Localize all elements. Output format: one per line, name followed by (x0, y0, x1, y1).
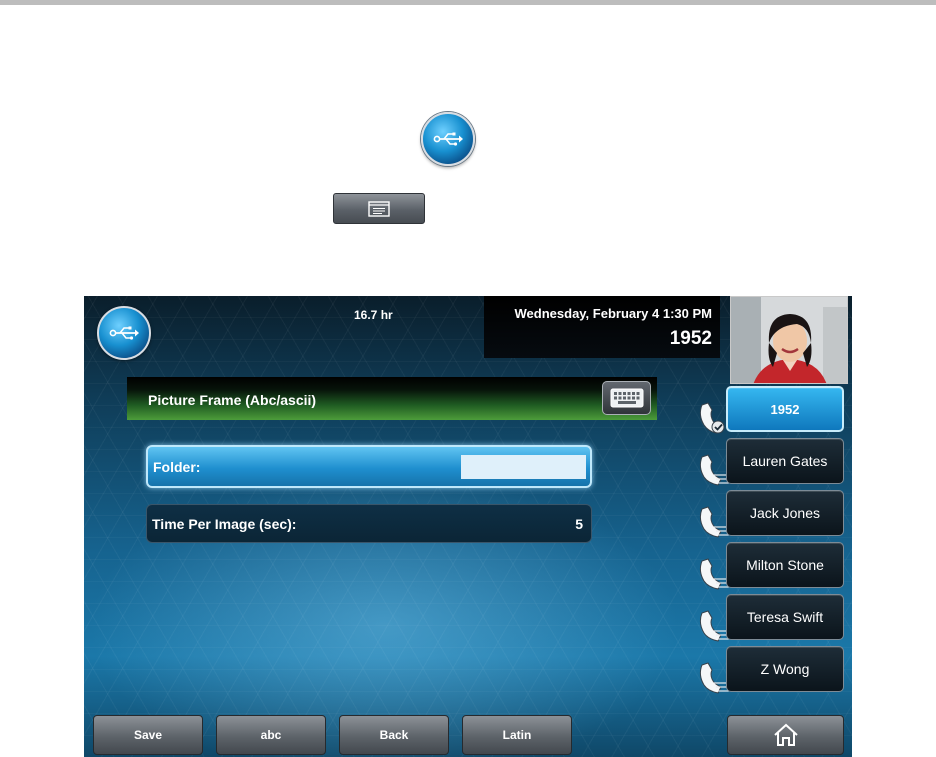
abc-button[interactable]: abc (216, 715, 326, 755)
avatar (731, 297, 847, 383)
menu-key-sample (333, 193, 425, 224)
save-button[interactable]: Save (93, 715, 203, 755)
home-button[interactable] (727, 715, 844, 755)
usb-icon[interactable] (97, 306, 151, 360)
line-key-jack-jones[interactable]: Jack Jones (726, 490, 844, 536)
usb-icon (421, 112, 475, 166)
handset-icon (699, 558, 729, 590)
line-key-z-wong[interactable]: Z Wong (726, 646, 844, 692)
line-key-lauren-gates[interactable]: Lauren Gates (726, 438, 844, 484)
folder-input[interactable] (461, 455, 586, 479)
time-per-image-label: Time Per Image (sec): (152, 516, 297, 532)
latin-button[interactable]: Latin (462, 715, 572, 755)
usb-symbol-icon (433, 132, 463, 146)
time-per-image-value: 5 (575, 516, 583, 532)
home-icon (773, 723, 798, 746)
handset-icon (699, 402, 725, 434)
timer-readout: 16.7 hr (354, 308, 393, 322)
line-number: 1952 (669, 328, 712, 349)
date-time: Wednesday, February 4 1:30 PM (514, 306, 712, 321)
handset-icon (699, 454, 729, 486)
line-key-1952[interactable]: 1952 (726, 386, 844, 432)
menu-icon (368, 200, 390, 217)
screen-title-bar: Picture Frame (Abc/ascii) (127, 377, 657, 420)
folder-label: Folder: (153, 459, 201, 475)
keyboard-button[interactable] (602, 381, 651, 415)
page-title: Picture Frame (Abc/ascii) (148, 392, 317, 408)
handset-icon (699, 662, 729, 694)
handset-icon (699, 610, 729, 642)
usb-symbol-icon (109, 326, 139, 340)
folder-row[interactable]: Folder: (146, 445, 592, 488)
contact-photo (730, 296, 848, 384)
top-rule (0, 0, 936, 5)
status-bar: 16.7 hr Wednesday, February 4 1:30 PM 19… (84, 296, 730, 360)
back-button[interactable]: Back (339, 715, 449, 755)
clock-panel: Wednesday, February 4 1:30 PM 1952 (484, 296, 720, 358)
time-per-image-row[interactable]: Time Per Image (sec): 5 (146, 504, 592, 543)
line-key-milton-stone[interactable]: Milton Stone (726, 542, 844, 588)
phone-screen: 16.7 hr Wednesday, February 4 1:30 PM 19… (84, 296, 852, 757)
line-key-teresa-swift[interactable]: Teresa Swift (726, 594, 844, 640)
keyboard-icon (610, 388, 643, 408)
handset-icon (699, 506, 729, 538)
